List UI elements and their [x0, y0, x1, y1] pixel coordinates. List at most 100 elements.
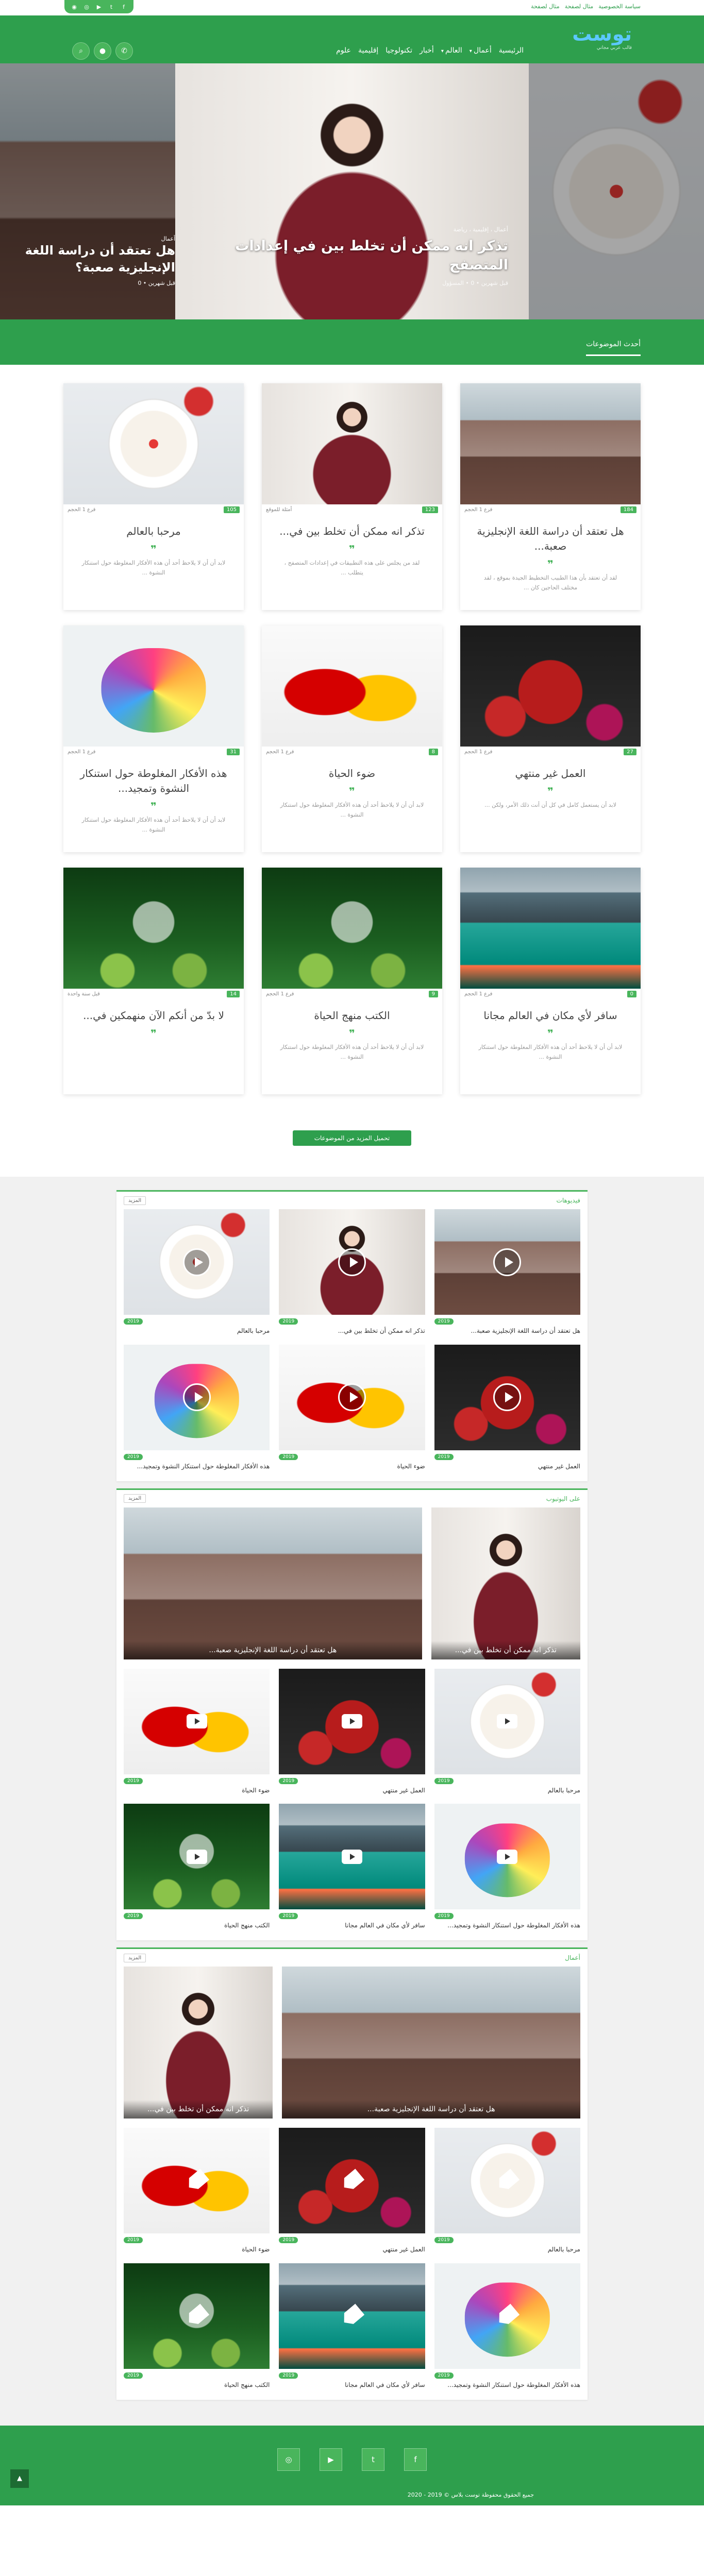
video-title[interactable]: تذكر انه ممكن أن تخلط بين في...	[279, 1327, 425, 1335]
post-image[interactable]	[262, 383, 442, 504]
video-title[interactable]: الكتب منهج الحياة	[124, 2381, 270, 2389]
video-title[interactable]: هل تعتقد أن دراسة اللغة الإنجليزية صعبة.…	[434, 1327, 580, 1335]
nav-item-news[interactable]: أخبار	[420, 46, 434, 55]
post-title[interactable]: هذه الأفكار المغلوطة حول استنكار النشوة …	[75, 766, 232, 796]
video-item[interactable]: 2019 هذه الأفكار المغلوطة حول استنكار الن…	[434, 2263, 580, 2389]
post-card[interactable]: 31 فرع 1 الحجم هذه الأفكار المغلوطة حول اس…	[63, 625, 244, 852]
nav-item-business[interactable]: أعمال	[470, 46, 492, 55]
video-item[interactable]: 2019 ضوء الحياة	[279, 1344, 425, 1471]
youtube-icon[interactable]: ▶	[94, 2, 104, 11]
video-item[interactable]: 2019 تذكر انه ممكن أن تخلط بين في...	[279, 1209, 425, 1335]
video-thumb[interactable]	[124, 2128, 270, 2234]
video-title[interactable]: هذه الأفكار المغلوطة حول استنكار النشوة …	[434, 2381, 580, 2389]
video-thumb[interactable]	[434, 1209, 580, 1315]
video-item[interactable]: 2019 العمل غير منتهي	[279, 2128, 425, 2254]
top-link-privacy[interactable]: سياسة الخصوصية	[598, 3, 641, 10]
large-video[interactable]: هل تعتقد أن دراسة اللغة الإنجليزية صعبة.…	[282, 1967, 580, 2119]
large-video[interactable]: تذكر انه ممكن أن تخلط بين في...	[431, 1507, 580, 1659]
post-image[interactable]	[63, 625, 244, 747]
post-title[interactable]: سافر لأي مكان في العالم مجانا	[472, 1008, 629, 1023]
video-thumb[interactable]	[124, 1668, 270, 1774]
post-title[interactable]: الكتب منهج الحياة	[273, 1008, 431, 1023]
video-thumb[interactable]	[434, 1804, 580, 1910]
nav-item-home[interactable]: الرئيسية	[499, 46, 524, 55]
hero-slide-main[interactable]: أعمال ، إقليمية ، رياضة تذكر انه ممكن أن…	[175, 63, 529, 319]
post-category[interactable]: فرع 1 الحجم	[464, 991, 492, 997]
video-item[interactable]: 2019 سافر لأي مكان في العالم مجانا	[279, 2263, 425, 2389]
load-more-button[interactable]: تحميل المزيد من الموضوعات	[293, 1130, 411, 1146]
video-item[interactable]: 2019 مرحبا بالعالم	[124, 1209, 270, 1335]
video-thumb[interactable]	[434, 1344, 580, 1450]
large-video-title[interactable]: هل تعتقد أن دراسة اللغة الإنجليزية صعبة.…	[124, 1640, 422, 1659]
facebook-icon[interactable]: f	[119, 2, 128, 11]
top-link-page[interactable]: مثال لصفحة	[565, 3, 594, 10]
video-title[interactable]: مرحبا بالعالم	[434, 2245, 580, 2254]
post-image[interactable]	[460, 868, 641, 989]
video-item[interactable]: 2019 ضوء الحياة	[124, 1668, 270, 1795]
video-item[interactable]: 2019 ضوء الحياة	[124, 2128, 270, 2254]
post-card[interactable]: 27 فرع 1 الحجم العمل غير منتهي ❞ لابد أن يست…	[460, 625, 641, 852]
video-thumb[interactable]	[279, 1209, 425, 1315]
post-title[interactable]: مرحبا بالعالم	[75, 524, 232, 539]
post-image[interactable]	[63, 383, 244, 504]
video-thumb[interactable]	[279, 1344, 425, 1450]
nav-item-science[interactable]: علوم	[336, 46, 351, 55]
video-item[interactable]: 2019 الكتب منهج الحياة	[124, 2263, 270, 2389]
hero-tags[interactable]: أعمال ، إقليمية ، رياضة	[196, 226, 508, 233]
post-card[interactable]: 9 فرع 1 الحجم الكتب منهج الحياة ❞ لابد أن أن…	[262, 868, 442, 1094]
post-category[interactable]: فرع 1 الحجم	[68, 749, 95, 755]
hero-left-tags[interactable]: أعمال	[10, 235, 175, 242]
youtube-play-icon[interactable]	[186, 1849, 207, 1864]
hero-slide-right[interactable]	[529, 63, 704, 319]
youtube-play-icon[interactable]	[342, 1849, 362, 1864]
video-thumb[interactable]	[434, 2128, 580, 2234]
more-button[interactable]: المزيد	[124, 1953, 146, 1962]
video-title[interactable]: ضوء الحياة	[124, 2245, 270, 2254]
post-image[interactable]	[262, 868, 442, 989]
video-item[interactable]: 2019 العمل غير منتهي	[279, 1668, 425, 1795]
post-card[interactable]: 14 قبل سنة واحدة لا بدّ من أنكم الآن منهمك…	[63, 868, 244, 1094]
user-icon[interactable]: ●	[94, 42, 111, 60]
large-video-title[interactable]: هل تعتقد أن دراسة اللغة الإنجليزية صعبة.…	[282, 2100, 580, 2119]
video-title[interactable]: العمل غير منتهي	[279, 2245, 425, 2254]
large-video-title[interactable]: تذكر انه ممكن أن تخلط بين في...	[124, 2100, 273, 2119]
post-category[interactable]: فرع 1 الحجم	[266, 749, 294, 755]
whatsapp-icon[interactable]: ✆	[115, 42, 133, 60]
top-link-page-2[interactable]: مثال لصفحة	[531, 3, 560, 10]
video-thumb[interactable]	[124, 1804, 270, 1910]
video-title[interactable]: هذه الأفكار المغلوطة حول استنكار النشوة …	[434, 1921, 580, 1930]
instagram-icon[interactable]: ◎	[277, 2448, 300, 2471]
post-title[interactable]: لا بدّ من أنكم الآن منهمكين في...	[75, 1008, 232, 1023]
video-thumb[interactable]	[279, 1804, 425, 1910]
video-title[interactable]: ضوء الحياة	[124, 1786, 270, 1795]
site-logo[interactable]: توست قالب عربي مجاني	[572, 23, 632, 50]
video-title[interactable]: العمل غير منتهي	[434, 1462, 580, 1471]
play-icon[interactable]	[493, 1248, 522, 1276]
youtube-icon[interactable]: ▶	[320, 2448, 342, 2471]
video-item[interactable]: 2019 سافر لأي مكان في العالم مجانا	[279, 1804, 425, 1930]
video-thumb[interactable]	[124, 1344, 270, 1450]
instagram-alt-icon[interactable]: ◉	[70, 2, 79, 11]
twitter-icon[interactable]: t	[362, 2448, 384, 2471]
video-thumb[interactable]	[279, 2263, 425, 2369]
post-title[interactable]: هل تعتقد أن دراسة اللغة الإنجليزية صعبة.…	[472, 524, 629, 554]
twitter-icon[interactable]: t	[107, 2, 116, 11]
large-video[interactable]: تذكر انه ممكن أن تخلط بين في...	[124, 1967, 273, 2119]
post-category[interactable]: فرع 1 الحجم	[266, 991, 294, 997]
post-image[interactable]	[63, 868, 244, 989]
video-item[interactable]: 2019 العمل غير منتهي	[434, 1344, 580, 1471]
post-title[interactable]: تذكر انه ممكن أن تخلط بين في...	[273, 524, 431, 539]
more-button[interactable]: المزيد	[124, 1494, 146, 1503]
instagram-icon[interactable]: ◎	[82, 2, 91, 11]
play-icon[interactable]	[338, 1383, 366, 1412]
hero-title[interactable]: تذكر انه ممكن أن تخلط بين في إعدادات الم…	[196, 237, 508, 275]
post-image[interactable]	[262, 625, 442, 747]
box-title[interactable]: أعمال	[565, 1954, 580, 1961]
video-thumb[interactable]	[124, 2263, 270, 2369]
video-thumb[interactable]	[434, 1668, 580, 1774]
video-item[interactable]: 2019 مرحبا بالعالم	[434, 1668, 580, 1795]
box-title[interactable]: على اليوتيوب	[546, 1495, 580, 1502]
video-item[interactable]: 2019 هل تعتقد أن دراسة اللغة الإنجليزية ص…	[434, 1209, 580, 1335]
video-item[interactable]: 2019 مرحبا بالعالم	[434, 2128, 580, 2254]
post-title[interactable]: ضوء الحياة	[273, 766, 431, 781]
